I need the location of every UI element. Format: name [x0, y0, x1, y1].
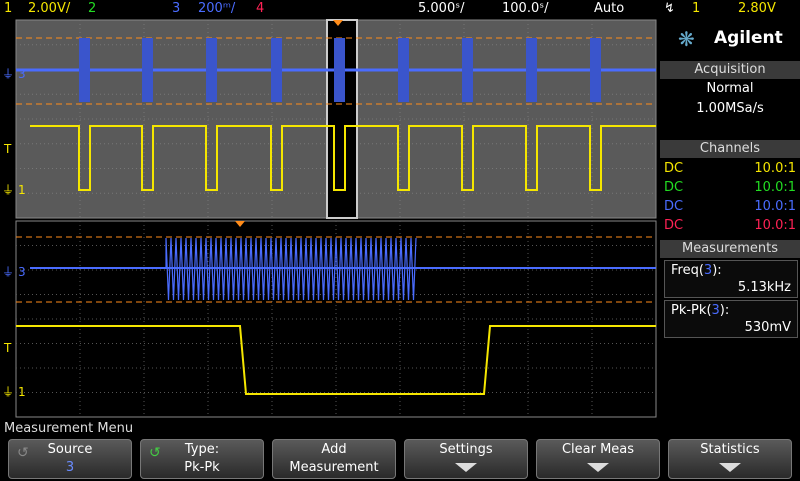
- type-softkey[interactable]: ↺ Type: Pk-Pk: [140, 439, 264, 479]
- trigger-mode[interactable]: Auto: [594, 1, 624, 16]
- trigger-edge-icon: ↯: [664, 1, 675, 16]
- svg-text:⏚: ⏚: [2, 385, 14, 399]
- zoom-timebase[interactable]: 5.000ˢ/: [418, 1, 464, 16]
- main-window: [15, 19, 657, 219]
- clear-meas-softkey[interactable]: Clear Meas: [536, 439, 660, 479]
- agilent-spark-icon: ❋: [678, 27, 695, 51]
- zoom-window: [15, 220, 657, 418]
- measurement-freq[interactable]: Freq(3): 5.13kHz: [664, 260, 798, 298]
- ch4-number[interactable]: 4: [256, 1, 264, 16]
- acquisition-header[interactable]: Acquisition: [660, 61, 800, 79]
- menu-title: Measurement Menu: [4, 421, 134, 436]
- brand-area: ❋ Agilent: [660, 18, 800, 60]
- svg-text:⏚: ⏚: [2, 265, 14, 279]
- submenu-arrow-icon: [587, 463, 609, 472]
- trigger-source[interactable]: 1: [692, 1, 700, 16]
- measurements-header[interactable]: Measurements: [660, 240, 800, 258]
- pkpk-value: 530mV: [744, 320, 791, 335]
- trigger-level-marker-bottom: T: [3, 341, 12, 355]
- main-timebase[interactable]: 100.0ˢ/: [502, 1, 548, 16]
- add-measurement-softkey[interactable]: Add Measurement: [272, 439, 396, 479]
- channel-row-1: DC 10.0:1: [664, 161, 796, 176]
- trigger-level-marker-top: T: [3, 142, 12, 156]
- channel-row-4: DC 10.0:1: [664, 218, 796, 233]
- ch3-scale[interactable]: 200ᵐ/: [198, 1, 235, 16]
- brand-name: Agilent: [714, 28, 783, 48]
- source-softkey[interactable]: ↺ Source 3: [8, 439, 132, 479]
- waveform-display[interactable]: ⏚ 3 T ⏚ 1 ⏚ 3 T ⏚ 1: [0, 18, 658, 418]
- sample-rate: 1.00MSa/s: [696, 101, 764, 116]
- ch1-label-top: 1: [18, 183, 26, 197]
- ch2-number[interactable]: 2: [88, 1, 96, 16]
- ch1-ground-marker-icon: ⏚: [2, 183, 14, 197]
- measurement-pkpk[interactable]: Pk-Pk(3): 530mV: [664, 300, 798, 338]
- ch3-label-bottom: 3: [18, 265, 26, 279]
- settings-softkey[interactable]: Settings: [404, 439, 528, 479]
- status-bar: 1 2.00V/ 2 3 200ᵐ/ 4 5.000ˢ/ 100.0ˢ/ Aut…: [0, 0, 800, 18]
- ch3-ground-marker-icon: ⏚: [2, 67, 14, 81]
- channel-row-3: DC 10.0:1: [664, 199, 796, 214]
- side-panel: ❋ Agilent Acquisition Normal 1.00MSa/s C…: [660, 18, 800, 418]
- ch3-label-top: 3: [18, 67, 26, 81]
- channels-header[interactable]: Channels: [660, 140, 800, 158]
- acquisition-mode: Normal: [706, 81, 754, 96]
- statistics-softkey[interactable]: Statistics: [668, 439, 792, 479]
- channel-row-2: DC 10.0:1: [664, 180, 796, 195]
- ch1-label-bottom: 1: [18, 385, 26, 399]
- trigger-level[interactable]: 2.80V: [738, 1, 776, 16]
- ch3-number[interactable]: 3: [172, 1, 180, 16]
- freq-value: 5.13kHz: [737, 280, 791, 295]
- ch1-scale[interactable]: 2.00V/: [28, 1, 70, 16]
- submenu-arrow-icon: [455, 463, 477, 472]
- submenu-arrow-icon: [719, 463, 741, 472]
- ch1-number[interactable]: 1: [4, 1, 12, 16]
